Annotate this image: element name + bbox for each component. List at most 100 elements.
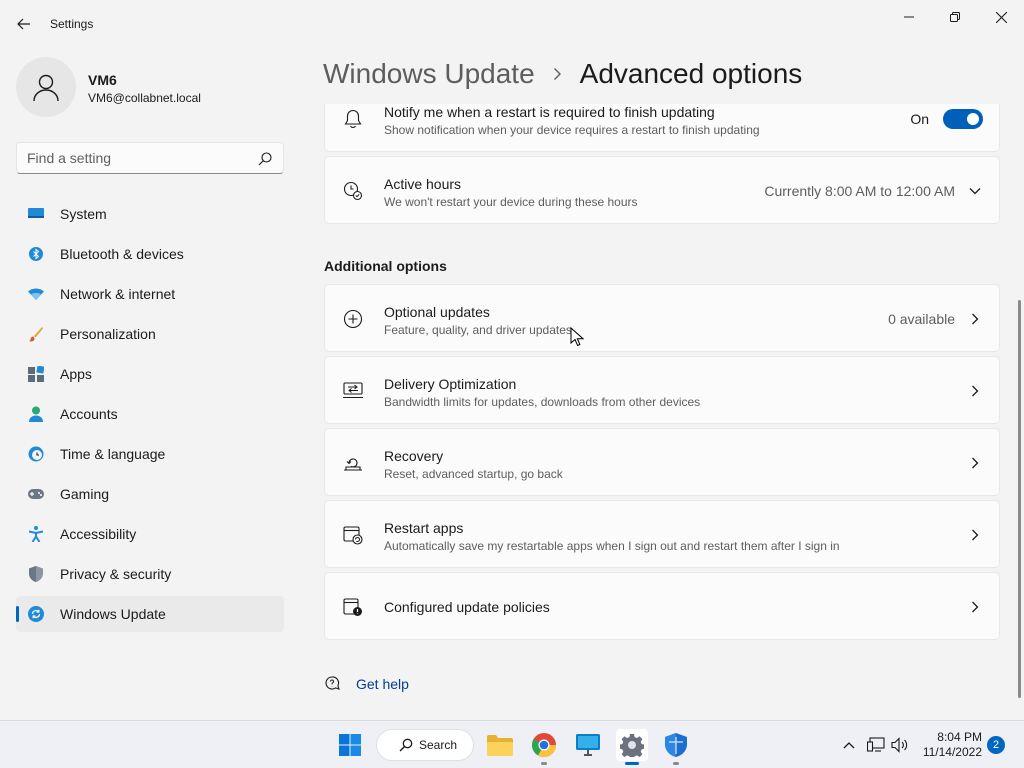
- sidebar-item-time-language[interactable]: Time & language: [16, 436, 284, 472]
- back-arrow-icon: [17, 18, 30, 30]
- shield-icon: [28, 566, 44, 582]
- vertical-scrollbar[interactable]: [1018, 300, 1021, 698]
- windows-logo-icon: [339, 734, 361, 756]
- sidebar-item-network[interactable]: Network & internet: [16, 276, 284, 312]
- recovery-card[interactable]: Recovery Reset, advanced startup, go bac…: [324, 428, 1000, 496]
- gamepad-icon: [28, 486, 44, 502]
- search-icon: [258, 152, 272, 166]
- person-icon: [33, 74, 59, 102]
- sidebar-item-windows-update[interactable]: Windows Update: [16, 596, 284, 632]
- taskbar-search[interactable]: Search: [376, 729, 474, 761]
- toggle-state-label: On: [910, 111, 929, 127]
- search-icon: [399, 738, 413, 752]
- apps-icon: [28, 366, 44, 382]
- chrome-icon: [532, 733, 556, 757]
- chevron-right-icon: [969, 385, 981, 397]
- close-icon: [995, 11, 1007, 23]
- minimize-button[interactable]: [886, 2, 932, 32]
- sidebar-item-personalization[interactable]: Personalization: [16, 316, 284, 352]
- configured-update-policies-card[interactable]: Configured update policies: [324, 572, 1000, 640]
- notify-toggle-group: On: [879, 105, 999, 133]
- active-hours-card[interactable]: Active hours We won't restart your devic…: [324, 156, 1000, 224]
- active-hours-value: Currently 8:00 AM to 12:00 AM: [764, 183, 955, 199]
- sidebar-item-label: Accounts: [60, 406, 118, 422]
- chevron-right-icon: [969, 313, 981, 325]
- help-chat-icon: [325, 676, 340, 690]
- accounts-icon: [28, 406, 44, 422]
- recovery-description: Reset, advanced startup, go back: [384, 467, 563, 481]
- settings-taskbar-button[interactable]: [616, 729, 648, 765]
- taskbar: Search 8:04 PM 11/14/2022 2: [0, 720, 1024, 768]
- delivery-optimization-title: Delivery Optimization: [384, 376, 517, 392]
- sidebar-item-gaming[interactable]: Gaming: [16, 476, 284, 512]
- find-setting-search[interactable]: [16, 142, 284, 174]
- accessibility-icon: [28, 526, 44, 542]
- minimize-icon: [904, 16, 914, 18]
- user-profile[interactable]: VM6 VM6@collabnet.local: [16, 57, 286, 117]
- sidebar-item-label: Accessibility: [60, 526, 137, 542]
- speaker-icon: [891, 737, 908, 753]
- title-bar: Settings: [0, 0, 1024, 48]
- sidebar-item-accounts[interactable]: Accounts: [16, 396, 284, 432]
- clock-date: 11/14/2022: [922, 745, 982, 759]
- network-icon: [867, 737, 885, 752]
- sidebar-item-label: System: [60, 206, 107, 222]
- clock-globe-icon: [28, 446, 44, 462]
- sidebar-item-privacy[interactable]: Privacy & security: [16, 556, 284, 592]
- update-icon: [28, 606, 44, 622]
- get-help-label: Get help: [356, 676, 409, 692]
- close-button[interactable]: [978, 2, 1024, 32]
- add-circle-icon: [343, 309, 363, 329]
- maximize-button[interactable]: [932, 2, 978, 32]
- sidebar-item-bluetooth[interactable]: Bluetooth & devices: [16, 236, 284, 272]
- chevron-right-icon: [553, 67, 562, 81]
- volume-tray-button[interactable]: [890, 735, 910, 755]
- get-help-link[interactable]: Get help: [324, 672, 409, 696]
- restart-apps-card[interactable]: Restart apps Automatically save my resta…: [324, 500, 1000, 568]
- taskbar-clock[interactable]: 8:04 PM 11/14/2022: [918, 730, 982, 760]
- notify-restart-toggle[interactable]: [943, 109, 983, 129]
- user-name: VM6: [88, 72, 117, 88]
- active-hours-title: Active hours: [384, 176, 462, 192]
- sidebar-item-apps[interactable]: Apps: [16, 356, 284, 392]
- search-input[interactable]: [27, 150, 247, 166]
- sidebar-item-system[interactable]: System: [16, 196, 284, 232]
- mouse-cursor-icon: [570, 327, 584, 347]
- taskbar-search-label: Search: [419, 738, 458, 752]
- notify-restart-title: Notify me when a restart is required to …: [384, 104, 715, 120]
- optional-updates-card[interactable]: Optional updates Feature, quality, and d…: [324, 284, 1000, 352]
- additional-options-heading: Additional options: [324, 258, 447, 274]
- restart-apps-title: Restart apps: [384, 520, 464, 536]
- chrome-button[interactable]: [528, 729, 560, 765]
- optional-updates-count: 0 available: [888, 311, 955, 327]
- active-indicator: [625, 762, 639, 765]
- chevron-right-icon: [969, 529, 981, 541]
- avatar: [16, 57, 76, 117]
- chevron-down-icon[interactable]: [969, 185, 981, 197]
- optional-updates-title: Optional updates: [384, 304, 490, 320]
- user-email: VM6@collabnet.local: [88, 91, 201, 105]
- notification-badge[interactable]: 2: [987, 736, 1005, 754]
- start-button[interactable]: [334, 729, 366, 761]
- show-hidden-icons-button[interactable]: [839, 735, 859, 755]
- breadcrumb: Windows Update Advanced options: [323, 58, 802, 90]
- restart-apps-icon: [343, 525, 363, 545]
- sidebar-item-label: Personalization: [60, 326, 156, 342]
- running-indicator: [541, 762, 547, 765]
- back-button[interactable]: [12, 12, 36, 36]
- remote-desktop-button[interactable]: [572, 729, 604, 761]
- notify-restart-description: Show notification when your device requi…: [384, 123, 760, 137]
- sidebar-item-label: Network & internet: [60, 286, 176, 302]
- clock-time: 8:04 PM: [937, 730, 982, 744]
- running-indicator: [673, 762, 679, 765]
- active-hours-icon: [343, 181, 363, 201]
- delivery-optimization-card[interactable]: Delivery Optimization Bandwidth limits f…: [324, 356, 1000, 424]
- network-tray-button[interactable]: [866, 735, 886, 755]
- monitor-icon: [576, 734, 600, 756]
- delivery-optimization-description: Bandwidth limits for updates, downloads …: [384, 395, 701, 409]
- file-explorer-button[interactable]: [484, 729, 516, 761]
- bluetooth-icon: [28, 246, 44, 262]
- defender-button[interactable]: [660, 729, 692, 765]
- sidebar-item-accessibility[interactable]: Accessibility: [16, 516, 284, 552]
- breadcrumb-parent-link[interactable]: Windows Update: [323, 58, 535, 90]
